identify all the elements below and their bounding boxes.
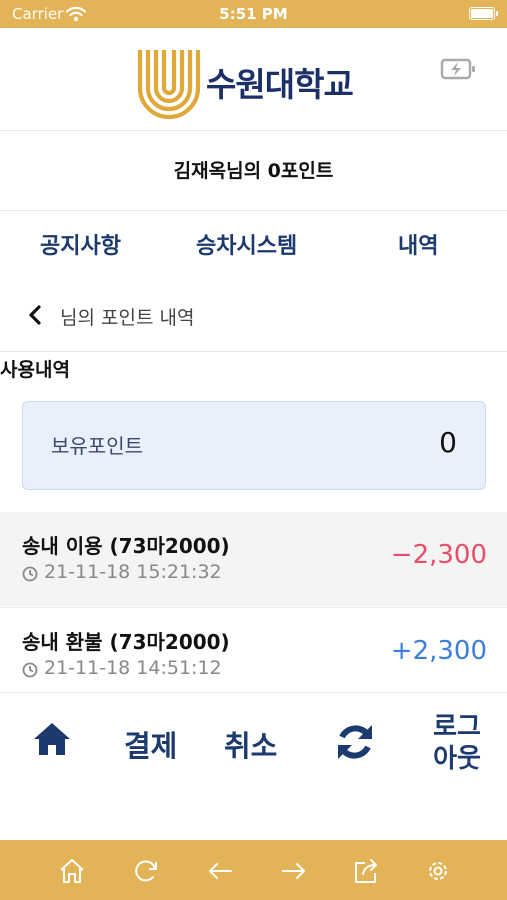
transaction-amount: −2,300	[390, 540, 487, 570]
university-logo-icon	[137, 50, 201, 120]
tab-boarding-system[interactable]: 승차시스템	[196, 228, 297, 260]
cancel-button[interactable]: 취소	[224, 723, 277, 765]
clock-icon	[22, 566, 38, 582]
transaction-time: 21-11-18 15:21:32	[44, 561, 222, 583]
transaction-title: 송내 이용 (73마2000)	[22, 534, 230, 558]
history-subnav: 님의 포인트 내역	[0, 282, 507, 352]
transaction-amount: +2,300	[390, 636, 487, 666]
transaction-row[interactable]: 송내 환불 (73마2000) 21-11-18 14:51:12 +2,300	[0, 607, 507, 701]
status-bar: Carrier 5:51 PM	[0, 0, 507, 28]
main-tabs: 공지사항 승차시스템 내역	[0, 212, 507, 280]
home-icon[interactable]	[58, 857, 86, 885]
usage-history-heading: 사용내역	[0, 359, 70, 381]
browser-bar	[0, 840, 507, 900]
transaction-time: 21-11-18 14:51:12	[44, 657, 222, 679]
reload-icon[interactable]	[132, 857, 160, 885]
logout-button[interactable]: 로그 아웃	[424, 711, 490, 775]
back-arrow-icon[interactable]	[206, 857, 234, 885]
settings-icon[interactable]	[424, 857, 452, 885]
home-icon[interactable]	[32, 721, 72, 757]
app-toolbar: 결제 취소 로그 아웃	[0, 692, 507, 840]
pay-button[interactable]: 결제	[124, 723, 177, 765]
battery-icon	[469, 7, 498, 20]
logout-label-line1: 로그	[433, 712, 481, 742]
subnav-title: 님의 포인트 내역	[60, 307, 195, 329]
tab-history[interactable]: 내역	[398, 228, 438, 260]
clock-icon	[22, 662, 38, 678]
battery-charging-icon[interactable]	[440, 56, 478, 82]
back-chevron-icon[interactable]	[26, 304, 44, 326]
transaction-title: 송내 환불 (73마2000)	[22, 630, 230, 654]
university-name: 수원대학교	[206, 65, 354, 104]
balance-value: 0	[439, 426, 457, 459]
tab-notice[interactable]: 공지사항	[40, 228, 121, 260]
clock: 5:51 PM	[219, 5, 288, 23]
share-icon[interactable]	[352, 857, 380, 885]
logout-label-line2: 아웃	[433, 744, 481, 774]
app-header: 수원대학교	[0, 28, 507, 131]
balance-card: 보유포인트 0	[22, 401, 486, 490]
forward-arrow-icon[interactable]	[280, 857, 308, 885]
transaction-row[interactable]: 송내 이용 (73마2000) 21-11-18 15:21:32 −2,300	[0, 512, 507, 606]
balance-label: 보유포인트	[51, 434, 143, 458]
refresh-icon[interactable]	[334, 721, 376, 763]
user-points-title: 김재옥님의 0포인트	[0, 132, 507, 211]
